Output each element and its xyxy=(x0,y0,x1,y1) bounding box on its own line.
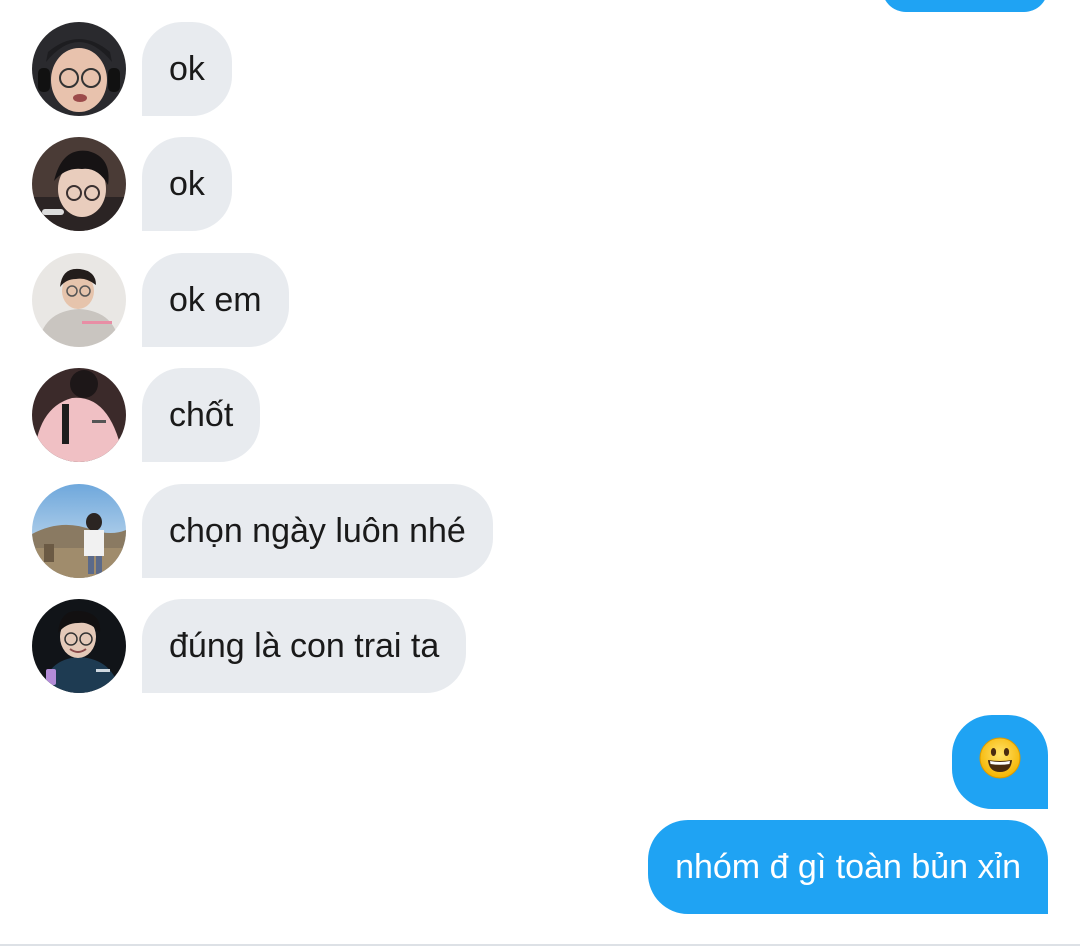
message-bubble[interactable]: chọn ngày luôn nhé xyxy=(142,484,493,578)
sender-avatar[interactable] xyxy=(32,484,126,578)
sender-avatar[interactable] xyxy=(32,137,126,231)
message-bubble[interactable]: ok em xyxy=(142,253,289,347)
previous-outgoing-bubble[interactable] xyxy=(882,0,1048,12)
message-bubble[interactable]: đúng là con trai ta xyxy=(142,599,467,693)
incoming-message: ok em xyxy=(32,253,289,347)
incoming-message: đúng là con trai ta xyxy=(32,599,467,693)
message-bubble[interactable]: ok xyxy=(142,22,232,116)
sender-avatar[interactable] xyxy=(32,599,126,693)
message-bubble[interactable]: chốt xyxy=(142,368,261,462)
sender-avatar[interactable] xyxy=(32,253,126,347)
smiley-emoji-icon xyxy=(978,736,1022,789)
message-bubble-outgoing[interactable]: nhóm đ gì toàn bủn xỉn xyxy=(648,820,1048,914)
outgoing-emoji-bubble[interactable] xyxy=(952,715,1048,809)
divider xyxy=(0,944,1080,946)
incoming-message: ok xyxy=(32,22,232,116)
chat-thread: ok ok ok em chốt chọn ngày luôn nhé đúng… xyxy=(0,0,1080,950)
sender-avatar[interactable] xyxy=(32,368,126,462)
sender-avatar[interactable] xyxy=(32,22,126,116)
incoming-message: chọn ngày luôn nhé xyxy=(32,484,493,578)
incoming-message: ok xyxy=(32,137,232,231)
message-bubble[interactable]: ok xyxy=(142,137,232,231)
incoming-message: chốt xyxy=(32,368,261,462)
